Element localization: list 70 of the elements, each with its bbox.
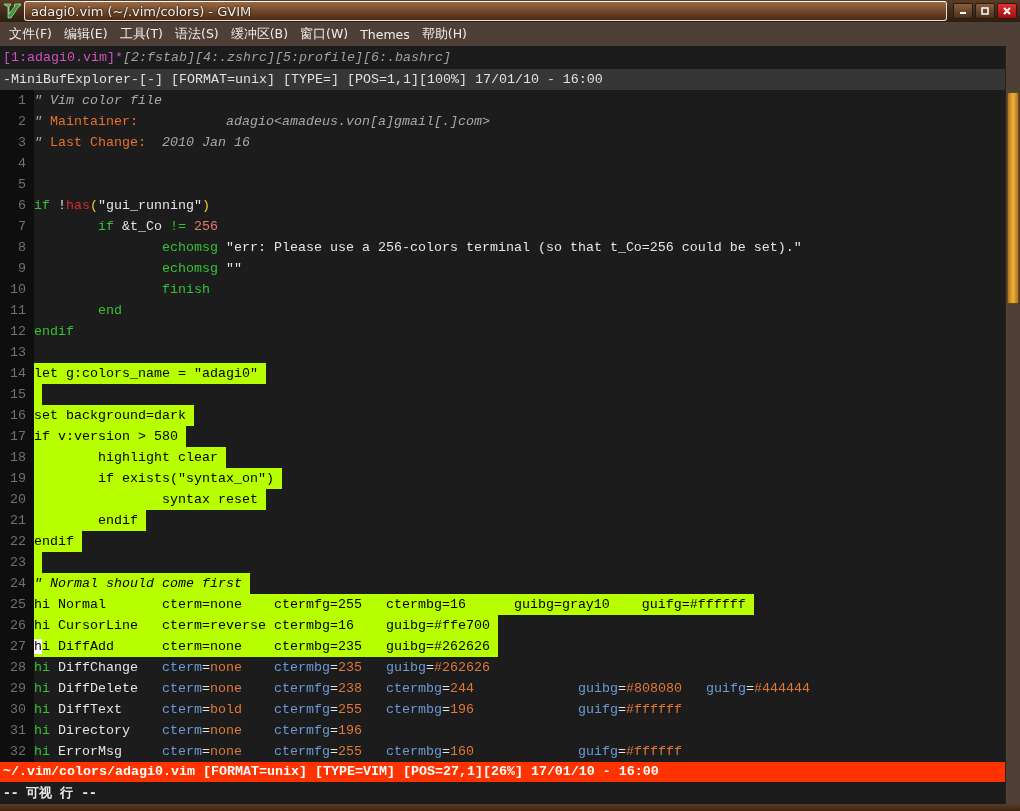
window-title: adagi0.vim (~/.vim/colors) - GVIM	[31, 3, 252, 19]
code-line: " Vim color file	[34, 92, 163, 110]
menu-item[interactable]: 缓冲区(B)	[224, 25, 295, 43]
line-number: 17	[0, 426, 34, 447]
vim-logo-icon	[3, 2, 21, 20]
code-line: hi DiffDelete cterm=none ctermfg=238 ctermbg=244 guibg=#808080 guifg=#444444	[34, 680, 811, 698]
line-number: 19	[0, 468, 34, 489]
code-line: echomsg "err: Please use a 256-colors terminal (so that t_Co=256 could be set)."	[160, 239, 803, 257]
buffer-tab[interactable]: [5:profile]	[274, 50, 363, 65]
line-number: 3	[0, 132, 34, 153]
scrollbar-thumb[interactable]	[1007, 92, 1019, 304]
line-number: 27	[0, 636, 34, 657]
code-line: " Last Change: 2010 Jan 16	[34, 134, 251, 152]
command-line: -- 可视 行 --	[2, 784, 98, 802]
close-button[interactable]	[997, 3, 1017, 19]
menu-item[interactable]: 文件(F)	[3, 25, 58, 43]
line-number: 9	[0, 258, 34, 279]
line-number: 24	[0, 573, 34, 594]
line-number: 22	[0, 531, 34, 552]
code-line: hi DiffText cterm=bold ctermfg=255 ctermbg=196 guifg=#ffffff	[34, 701, 683, 719]
buffer-tab[interactable]: [4:.zshrc]	[194, 50, 275, 65]
code-line: if !has("gui_running")	[34, 197, 211, 215]
line-number: 21	[0, 510, 34, 531]
line-number: 31	[0, 720, 34, 741]
minimize-button[interactable]	[953, 3, 973, 19]
line-number: 32	[0, 741, 34, 762]
line-number: 4	[0, 153, 34, 174]
menu-item[interactable]: Themes	[354, 26, 416, 42]
line-number: 26	[0, 615, 34, 636]
line-number: 5	[0, 174, 34, 195]
code-line: finish	[160, 281, 211, 299]
menu-item[interactable]: 语法(S)	[169, 25, 225, 43]
line-number: 10	[0, 279, 34, 300]
line-number: 6	[0, 195, 34, 216]
line-number: 18	[0, 447, 34, 468]
maximize-button[interactable]	[975, 3, 995, 19]
code-line: hi Directory cterm=none ctermfg=196	[34, 722, 363, 740]
menu-item[interactable]: 工具(T)	[113, 25, 169, 43]
close-icon	[1002, 6, 1012, 16]
line-number: 15	[0, 384, 34, 405]
buffer-tab[interactable]: [2:fstab]	[123, 50, 195, 65]
line-number: 23	[0, 552, 34, 573]
line-number: 8	[0, 237, 34, 258]
menu-item[interactable]: 窗口(W)	[294, 25, 355, 43]
line-number: 28	[0, 657, 34, 678]
code-line: hi DiffChange cterm=none ctermbg=235 guibg=#262626	[34, 659, 491, 677]
code-line: hi ErrorMsg cterm=none ctermfg=255 ctermbg=160 guifg=#ffffff	[34, 743, 683, 761]
code-line: echomsg ""	[160, 260, 243, 278]
buffer-tab[interactable]: [1:adagi0.vim]*	[3, 50, 123, 65]
code-line: endif	[34, 323, 75, 341]
line-number: 12	[0, 321, 34, 342]
line-number: 7	[0, 216, 34, 237]
line-number: 14	[0, 363, 34, 384]
line-number: 16	[0, 405, 34, 426]
menu-item[interactable]: 帮助(H)	[415, 25, 473, 43]
line-number: 13	[0, 342, 34, 363]
code-line: " Maintainer: adagio<amadeus.von[a]gmail[.]com>	[34, 113, 491, 131]
scrollbar[interactable]	[1005, 46, 1020, 804]
line-number: 30	[0, 699, 34, 720]
code-line: end	[97, 302, 123, 320]
buffer-tab[interactable]: [6:.bashrc]	[362, 50, 451, 65]
line-number: 11	[0, 300, 34, 321]
line-number: 1	[0, 90, 34, 111]
code-line: if &t_Co != 256	[97, 218, 219, 236]
line-number: 29	[0, 678, 34, 699]
line-number: 20	[0, 489, 34, 510]
line-number: 25	[0, 594, 34, 615]
menu-item[interactable]: 编辑(E)	[57, 25, 114, 43]
maximize-icon	[980, 6, 990, 16]
line-number: 2	[0, 111, 34, 132]
